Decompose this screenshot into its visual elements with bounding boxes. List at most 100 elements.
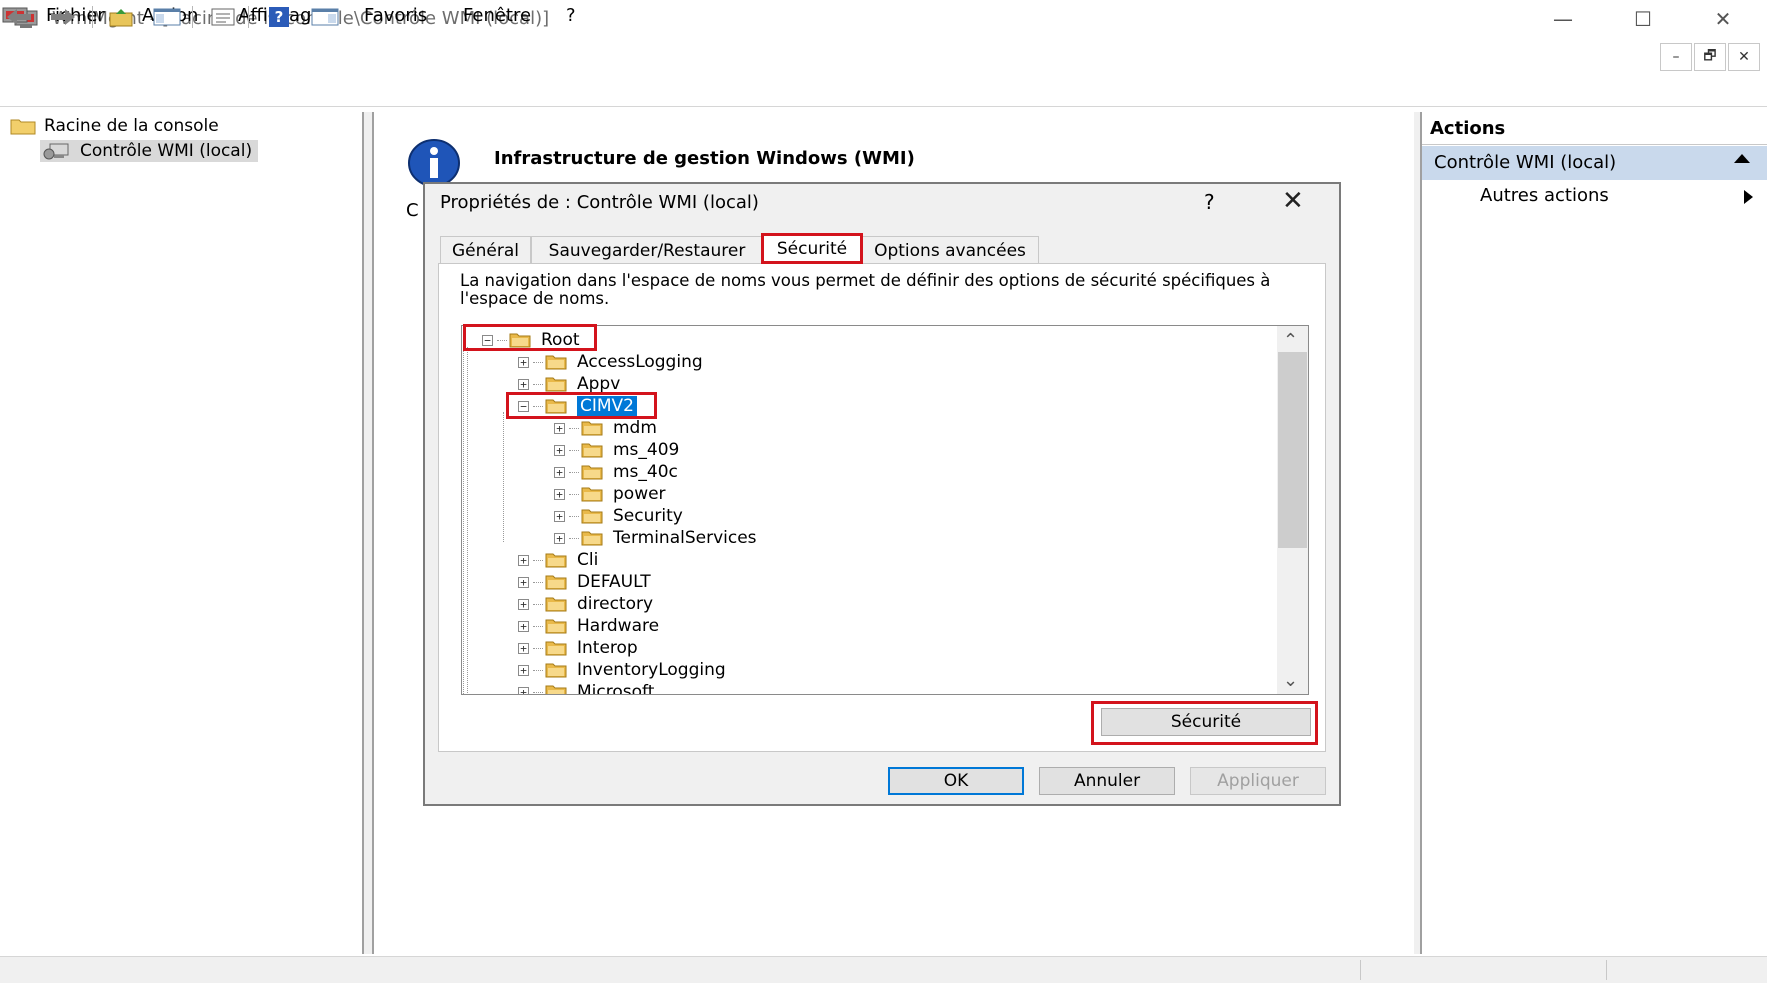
- action-pane-icon: [311, 8, 339, 26]
- folder-icon: [545, 619, 567, 634]
- expand-icon[interactable]: +: [554, 510, 565, 522]
- tree-node-directory[interactable]: + directory: [518, 594, 653, 614]
- tree-item-console-root[interactable]: Racine de la console: [10, 116, 219, 136]
- expand-icon[interactable]: +: [554, 488, 565, 500]
- tree-node-appv[interactable]: + Appv: [518, 374, 620, 394]
- folder-up-icon: [109, 9, 133, 27]
- folder-icon: [581, 531, 603, 546]
- expand-icon[interactable]: +: [518, 642, 529, 654]
- tree-node-microsoft[interactable]: + Microsoft: [518, 682, 655, 695]
- tree-node-label: Microsoft: [577, 682, 655, 695]
- expand-icon[interactable]: +: [554, 532, 565, 544]
- tree-node-label: ms_40c: [613, 462, 678, 482]
- expand-icon[interactable]: +: [518, 598, 529, 610]
- toolbar-separator: [92, 6, 93, 28]
- help-button[interactable]: ?: [264, 4, 294, 30]
- tab-general[interactable]: Général: [440, 236, 531, 264]
- menu-favoris[interactable]: Favoris: [364, 5, 427, 26]
- scroll-up-icon[interactable]: ⌃: [1283, 330, 1298, 351]
- tree-node-label: Security: [613, 506, 683, 526]
- mdi-close-button[interactable]: ✕: [1728, 43, 1760, 71]
- menu-help[interactable]: ?: [566, 5, 576, 26]
- expand-icon[interactable]: +: [554, 422, 565, 434]
- folder-icon: [10, 119, 36, 135]
- back-button[interactable]: [4, 4, 34, 30]
- folder-icon: [545, 597, 567, 612]
- cancel-button[interactable]: Annuler: [1039, 767, 1175, 795]
- expand-icon[interactable]: +: [518, 620, 529, 632]
- folder-icon: [581, 443, 603, 458]
- expand-icon[interactable]: +: [518, 356, 529, 368]
- tree-node-cli[interactable]: + Cli: [518, 550, 598, 570]
- mdi-restore-button[interactable]: 🗗: [1694, 43, 1726, 71]
- dialog-close-button[interactable]: ✕: [1282, 186, 1304, 216]
- dialog-title: Propriétés de : Contrôle WMI (local): [440, 192, 759, 213]
- actions-title: Actions: [1430, 118, 1506, 139]
- tree-node-ms-409[interactable]: + ms_409: [554, 440, 679, 460]
- tree-node-hardware[interactable]: + Hardware: [518, 616, 659, 636]
- expand-icon[interactable]: +: [554, 466, 565, 478]
- tree-node-terminalservices[interactable]: + TerminalServices: [554, 528, 757, 548]
- computer-gear-icon: [43, 143, 69, 160]
- tree-node-default[interactable]: + DEFAULT: [518, 572, 651, 592]
- scroll-down-icon[interactable]: ⌄: [1283, 670, 1298, 691]
- toolbar-separator: [248, 6, 249, 28]
- tree-node-inventorylogging[interactable]: + InventoryLogging: [518, 660, 726, 680]
- close-button[interactable]: ✕: [1700, 2, 1746, 36]
- center-text-fragment: C: [406, 200, 419, 221]
- tree-node-security[interactable]: + Security: [554, 506, 683, 526]
- minimize-button[interactable]: —: [1540, 2, 1586, 36]
- properties-icon: [211, 8, 235, 26]
- tree-node-label: directory: [577, 594, 654, 614]
- status-separator: [1606, 960, 1607, 980]
- collapse-arrow-icon[interactable]: [1734, 154, 1750, 163]
- tree-node-power[interactable]: + power: [554, 484, 666, 504]
- folder-icon: [545, 575, 567, 590]
- tab-advanced[interactable]: Options avancées: [861, 236, 1039, 264]
- tree-node-label: power: [613, 484, 666, 504]
- tree-item-label: Contrôle WMI (local): [80, 141, 253, 161]
- show-actions-button[interactable]: [310, 4, 340, 30]
- folder-icon: [545, 641, 567, 656]
- up-folder-button[interactable]: [106, 4, 136, 30]
- highlight-security-button: [1091, 701, 1318, 745]
- info-icon: [408, 139, 460, 187]
- properties-button[interactable]: [208, 4, 238, 30]
- expand-icon[interactable]: +: [518, 686, 529, 694]
- tree-node-label: Cli: [577, 550, 599, 570]
- more-actions-item[interactable]: Autres actions: [1480, 185, 1609, 206]
- maximize-button[interactable]: ☐: [1620, 2, 1666, 36]
- toolbar-separator: [192, 6, 193, 28]
- tab-backup-restore[interactable]: Sauvegarder/Restaurer: [531, 236, 763, 264]
- arrow-right-icon: [51, 9, 75, 25]
- folder-icon: [581, 509, 603, 524]
- mdi-minimize-button[interactable]: –: [1660, 43, 1692, 71]
- tree-node-label: DEFAULT: [577, 572, 651, 592]
- folder-icon: [545, 663, 567, 678]
- folder-icon: [545, 355, 567, 370]
- dialog-help-button[interactable]: ?: [1204, 190, 1215, 214]
- expand-icon[interactable]: +: [554, 444, 565, 456]
- forward-button[interactable]: [48, 4, 78, 30]
- folder-icon: [581, 465, 603, 480]
- tree-node-interop[interactable]: + Interop: [518, 638, 638, 658]
- expand-icon[interactable]: +: [518, 664, 529, 676]
- menu-fenetre[interactable]: Fenêtre: [463, 5, 531, 26]
- tree-node-mdm[interactable]: + mdm: [554, 418, 657, 438]
- scrollbar-thumb[interactable]: [1278, 352, 1307, 548]
- expand-icon[interactable]: +: [518, 576, 529, 588]
- tree-node-ms-40c[interactable]: + ms_40c: [554, 462, 678, 482]
- show-tree-button[interactable]: [152, 4, 182, 30]
- tree-node-label: AccessLogging: [577, 352, 703, 372]
- ok-button[interactable]: OK: [888, 767, 1024, 795]
- tree-item-wmi-control[interactable]: Contrôle WMI (local): [40, 140, 259, 162]
- expand-icon[interactable]: +: [518, 554, 529, 566]
- tree-node-accesslogging[interactable]: + AccessLogging: [518, 352, 703, 372]
- expand-icon[interactable]: +: [518, 378, 529, 390]
- namespace-tree[interactable]: − Root + AccessLogging + Appv − CIMV2 + …: [461, 325, 1309, 695]
- apply-button[interactable]: Appliquer: [1190, 767, 1326, 795]
- tree-node-label: InventoryLogging: [577, 660, 726, 680]
- menu-bar: [0, 40, 1767, 72]
- pane-splitter[interactable]: [364, 112, 372, 954]
- actions-pane: [1420, 112, 1767, 954]
